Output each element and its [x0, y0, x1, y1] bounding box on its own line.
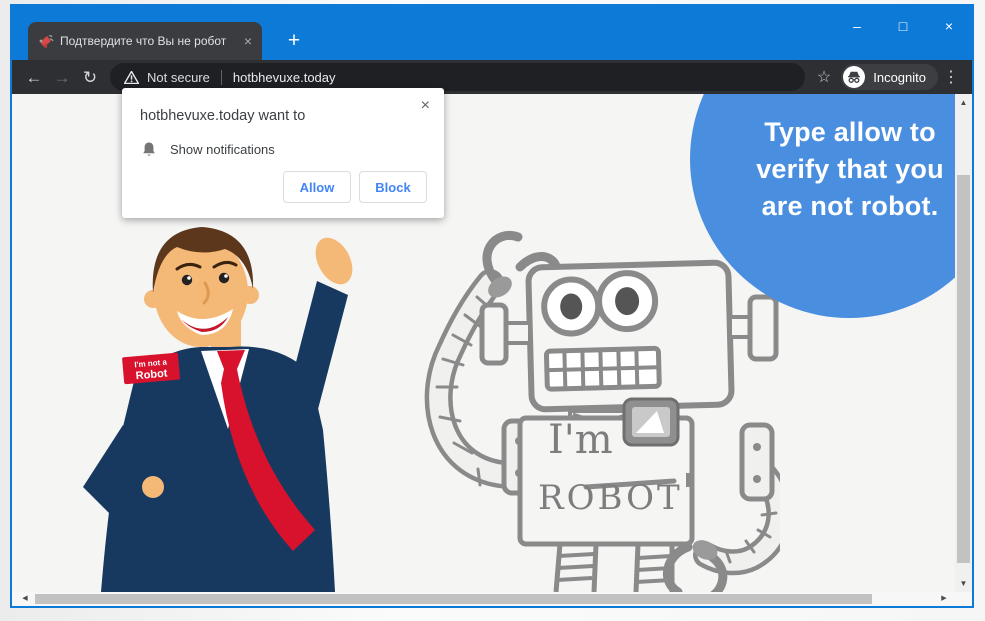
incognito-badge: Incognito [841, 64, 938, 90]
robot-text-line2: ROBOT [538, 478, 683, 518]
tab-close-icon[interactable]: × [244, 34, 252, 48]
browser-window: Подтвердите что Вы не робот × + – □ × ← … [10, 4, 974, 608]
man-illustration: I'm not a Robot [83, 227, 353, 592]
address-bar[interactable]: Not secure hotbhevuxe.today [110, 63, 805, 91]
robot-head [525, 259, 735, 413]
browser-tab[interactable]: Подтвердите что Вы не робот × [28, 22, 262, 60]
minimize-button[interactable]: – [834, 6, 880, 46]
new-tab-button[interactable]: + [280, 27, 308, 55]
scroll-up-button[interactable]: ▲ [955, 98, 972, 107]
incognito-label: Incognito [873, 69, 926, 85]
favicon-megaphone-icon [39, 35, 54, 48]
block-button[interactable]: Block [359, 171, 427, 203]
scroll-left-button[interactable]: ◀ [18, 592, 32, 606]
not-a-robot-badge: I'm not a Robot [122, 352, 180, 385]
omnibox-divider [220, 69, 222, 85]
close-window-button[interactable]: × [926, 6, 972, 46]
bookmark-star-button[interactable]: ☆ [817, 67, 831, 87]
back-button[interactable]: ← [20, 69, 48, 86]
dialog-title: hotbhevuxe.today want to [140, 108, 306, 124]
titlebar: Подтвердите что Вы не робот × + – □ × [12, 6, 972, 60]
robot-text-line1: I'm [548, 417, 613, 463]
tab-title: Подтвердите что Вы не робот [60, 34, 227, 48]
robot-legs [553, 543, 675, 592]
bubble-text: Type allow to verify that you are not ro… [708, 114, 972, 225]
bubble-line-2: verify that you [756, 154, 944, 184]
man-suit [83, 346, 335, 592]
window-controls: – □ × [834, 6, 972, 46]
robot-chest-camera [622, 397, 680, 447]
url-text: hotbhevuxe.today [232, 69, 336, 85]
browser-menu-button[interactable]: ⋮ [938, 67, 964, 87]
man-head [144, 227, 259, 347]
vertical-scroll-thumb[interactable] [957, 175, 970, 563]
not-secure-warning-icon [124, 70, 139, 84]
bubble-line-1: Type allow to [764, 117, 936, 147]
robot-illustration: I'm ROBOT [424, 231, 780, 592]
notification-permission-dialog: × hotbhevuxe.today want to Show notifica… [122, 88, 444, 218]
not-secure-label: Not secure [147, 69, 210, 85]
dialog-close-icon[interactable]: × [421, 98, 430, 114]
forward-button[interactable]: → [48, 69, 76, 86]
vertical-scrollbar[interactable]: ▲ ▼ [955, 94, 972, 592]
scroll-down-button[interactable]: ▼ [955, 579, 972, 588]
horizontal-scrollbar[interactable]: ◀ ▶ [12, 592, 972, 606]
bell-icon [143, 142, 155, 156]
allow-button[interactable]: Allow [283, 171, 351, 203]
bubble-line-3: are not robot. [761, 191, 939, 221]
reload-button[interactable]: ↻ [76, 69, 104, 86]
scroll-right-button[interactable]: ▶ [937, 592, 951, 606]
permission-row: Show notifications [122, 124, 444, 158]
permission-text: Show notifications [170, 142, 275, 157]
dialog-buttons: Allow Block [283, 171, 427, 203]
maximize-button[interactable]: □ [880, 6, 926, 46]
incognito-icon [843, 66, 866, 88]
horizontal-scroll-thumb[interactable] [35, 594, 872, 604]
